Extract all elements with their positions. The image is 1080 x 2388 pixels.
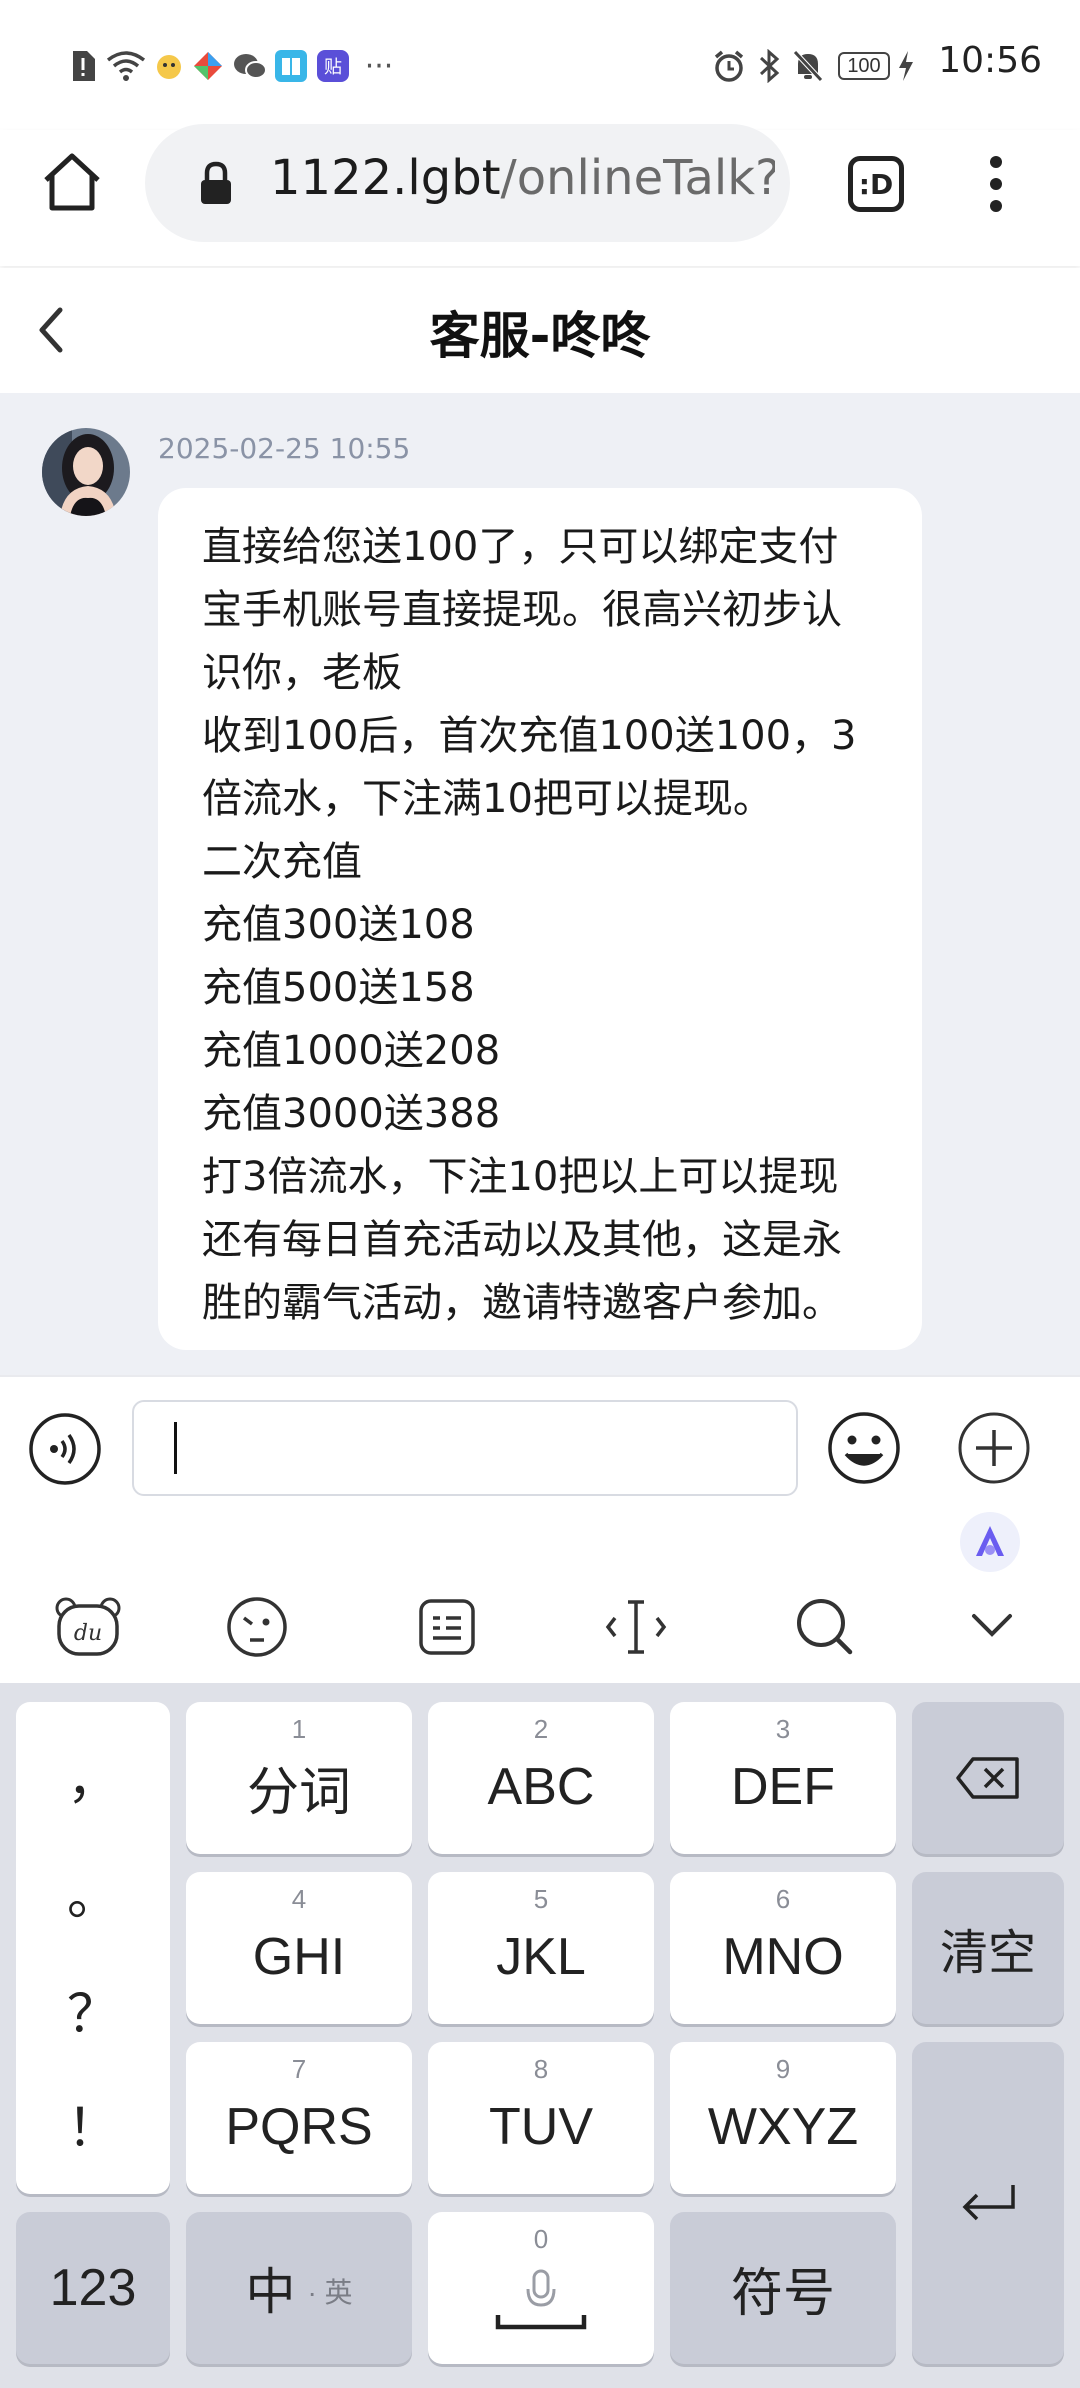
key-number: 7 bbox=[291, 2054, 307, 2084]
space-mic-icon bbox=[495, 2269, 587, 2330]
message-bubble: 直接给您送100了，只可以绑定支付宝手机账号直接提现。很高兴初步认识你，老板 收… bbox=[158, 488, 922, 1350]
agent-avatar bbox=[42, 428, 130, 516]
key-8[interactable]: 8 TUV bbox=[428, 2042, 654, 2194]
backspace-key[interactable] bbox=[912, 1702, 1064, 1854]
key-number: 5 bbox=[533, 1884, 549, 1914]
key-label: TUV bbox=[489, 2098, 593, 2156]
emoji-face-icon[interactable] bbox=[226, 1596, 288, 1658]
status-time: 10:56 bbox=[938, 40, 1042, 81]
lang-alt-label: · 英 bbox=[307, 2277, 353, 2308]
clipboard-icon[interactable] bbox=[418, 1598, 476, 1656]
message-input[interactable] bbox=[132, 1400, 798, 1496]
symbol-key[interactable]: 符号 bbox=[670, 2212, 896, 2364]
text-caret bbox=[174, 1422, 177, 1474]
enter-key[interactable] bbox=[912, 2042, 1064, 2364]
key-label: GHI bbox=[252, 1928, 346, 1986]
key-number: 1 bbox=[291, 1714, 307, 1744]
wifi-icon bbox=[106, 46, 146, 86]
voice-input-icon[interactable] bbox=[28, 1412, 102, 1486]
wechat-icon bbox=[232, 46, 268, 86]
key-number: 2 bbox=[533, 1714, 549, 1744]
language-switch-key[interactable]: 中 · 英 bbox=[186, 2212, 412, 2364]
message-text: 直接给您送100了，只可以绑定支付宝手机账号直接提现。很高兴初步认识你，老板 收… bbox=[202, 524, 857, 1326]
svg-text:du: du bbox=[74, 1621, 102, 1646]
tab-switcher-button[interactable]: :D bbox=[848, 156, 904, 212]
ime-toolbar bbox=[0, 1505, 1080, 1683]
number-switch-key[interactable]: 123 bbox=[16, 2212, 170, 2364]
space-key[interactable]: 0 bbox=[428, 2212, 654, 2364]
backspace-icon bbox=[956, 1757, 1019, 1799]
charging-icon bbox=[896, 46, 916, 86]
message-timestamp: 2025-02-25 10:55 bbox=[158, 432, 411, 465]
chat-title: 客服-咚咚 bbox=[429, 307, 651, 365]
bluetooth-icon bbox=[756, 46, 782, 86]
key-2[interactable]: 2 ABC bbox=[428, 1702, 654, 1854]
home-icon[interactable] bbox=[38, 148, 106, 216]
key-label: ABC bbox=[487, 1758, 595, 1816]
key-3[interactable]: 3 DEF bbox=[670, 1702, 896, 1854]
enter-icon bbox=[962, 2185, 1015, 2221]
lock-icon bbox=[196, 160, 236, 208]
clear-key[interactable]: 清空 bbox=[912, 1872, 1064, 2024]
key-number: 8 bbox=[533, 2054, 549, 2084]
punctuation-column[interactable]: ， 。 ？ ！ bbox=[16, 1702, 170, 2194]
url-host: 1122.lgbt bbox=[270, 150, 501, 206]
collapse-keyboard-icon[interactable] bbox=[966, 1606, 1018, 1646]
tab-switcher-label: :D bbox=[858, 167, 894, 201]
alarm-icon bbox=[712, 46, 746, 86]
punct-exclaim[interactable]: ！ bbox=[16, 2086, 170, 2161]
plus-attachment-icon[interactable] bbox=[956, 1410, 1032, 1486]
key-label: PQRS bbox=[225, 2098, 373, 2156]
key-number: 4 bbox=[291, 1884, 307, 1914]
lang-main-label: 中 bbox=[245, 2264, 296, 2320]
key-label: 分词 bbox=[246, 1763, 351, 1822]
du-bear-icon[interactable]: du bbox=[54, 1596, 122, 1658]
key-label: JKL bbox=[496, 1928, 586, 1986]
key-7[interactable]: 7 PQRS bbox=[186, 2042, 412, 2194]
punct-question[interactable]: ？ bbox=[16, 1972, 170, 2047]
key-number: 3 bbox=[775, 1714, 791, 1744]
number-switch-label: 123 bbox=[49, 2259, 137, 2317]
key-9[interactable]: 9 WXYZ bbox=[670, 2042, 896, 2194]
tieba-app-icon: 贴 bbox=[316, 46, 350, 86]
key-5[interactable]: 5 JKL bbox=[428, 1872, 654, 2024]
key-number: 0 bbox=[533, 2224, 549, 2254]
key-label: WXYZ bbox=[707, 2098, 859, 2156]
punct-comma[interactable]: ， bbox=[16, 1738, 170, 1813]
app-notification-icon-2 bbox=[192, 46, 224, 86]
svg-text:贴: 贴 bbox=[324, 57, 342, 78]
key-4[interactable]: 4 GHI bbox=[186, 1872, 412, 2024]
punct-period[interactable]: 。 bbox=[16, 1854, 170, 1929]
key-1[interactable]: 1 分词 bbox=[186, 1702, 412, 1854]
battery-level: 100 bbox=[838, 52, 890, 80]
key-number: 9 bbox=[775, 2054, 791, 2084]
emoji-icon[interactable] bbox=[826, 1410, 902, 1486]
alert-icon bbox=[68, 46, 98, 86]
key-label: DEF bbox=[731, 1758, 835, 1816]
more-menu-icon[interactable] bbox=[972, 152, 1020, 216]
cursor-move-icon[interactable] bbox=[604, 1596, 668, 1658]
search-icon[interactable] bbox=[794, 1596, 856, 1658]
book-app-icon bbox=[274, 46, 308, 86]
url-text[interactable]: 1122.lgbt/onlineTalk?to bbox=[270, 150, 775, 206]
status-bar: 贴 ··· 100 10:56 bbox=[0, 0, 1080, 130]
symbol-label: 符号 bbox=[730, 2264, 835, 2323]
clear-label: 清空 bbox=[939, 1927, 1036, 1980]
url-path: /onlineTalk?to bbox=[500, 150, 775, 206]
mute-bell-icon bbox=[790, 46, 826, 86]
key-6[interactable]: 6 MNO bbox=[670, 1872, 896, 2024]
battery-icon: 100 bbox=[836, 46, 892, 86]
key-number: 6 bbox=[775, 1884, 791, 1914]
key-label: MNO bbox=[722, 1928, 844, 1986]
app-notification-icon bbox=[154, 46, 184, 86]
more-notifications-icon: ··· bbox=[364, 48, 394, 84]
ai-assistant-icon[interactable] bbox=[960, 1512, 1020, 1572]
